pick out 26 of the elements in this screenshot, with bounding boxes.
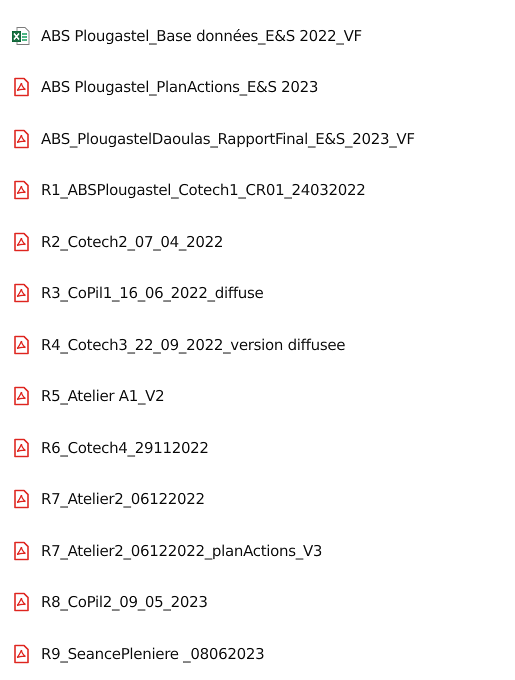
pdf-file-icon	[11, 283, 31, 304]
file-name[interactable]: ABS Plougastel_PlanActions_E&S 2023	[41, 78, 318, 96]
pdf-file-icon	[11, 334, 31, 355]
file-name[interactable]: R2_Cotech2_07_04_2022	[41, 232, 224, 251]
file-name[interactable]: R8_CoPil2_09_05_2023	[41, 593, 208, 612]
file-name[interactable]: R7_Atelier2_06122022_planActions_V3	[41, 542, 322, 560]
pdf-file-icon	[11, 180, 31, 200]
pdf-file-icon	[11, 77, 31, 98]
pdf-file-icon	[11, 540, 31, 561]
pdf-file-icon	[11, 232, 31, 252]
pdf-file-icon	[11, 128, 31, 149]
file-name[interactable]: ABS Plougastel_Base données_E&S 2022_VF	[41, 26, 362, 45]
file-name[interactable]: R1_ABSPlougastel_Cotech1_CR01_24032022	[41, 181, 366, 200]
file-name[interactable]: R6_Cotech4_29112022	[41, 438, 209, 457]
pdf-file-icon	[11, 592, 31, 612]
pdf-file-icon	[11, 438, 31, 458]
pdf-file-icon	[11, 644, 31, 664]
file-name[interactable]: ABS_PlougastelDaoulas_RapportFinal_E&S_2023_VF	[41, 130, 415, 148]
spreadsheet-file-icon	[11, 26, 31, 46]
file-name[interactable]: R3_CoPil1_16_06_2022_diffuse	[41, 284, 264, 302]
file-name[interactable]: R7_Atelier2_06122022	[41, 490, 205, 508]
file-name[interactable]: R9_SeancePleniere _08062023	[41, 644, 264, 663]
file-name[interactable]: R4_Cotech3_22_09_2022_version diffusee	[41, 336, 346, 354]
pdf-file-icon	[11, 386, 31, 406]
pdf-file-icon	[11, 489, 31, 510]
file-name[interactable]: R5_Atelier A1_V2	[41, 387, 164, 406]
